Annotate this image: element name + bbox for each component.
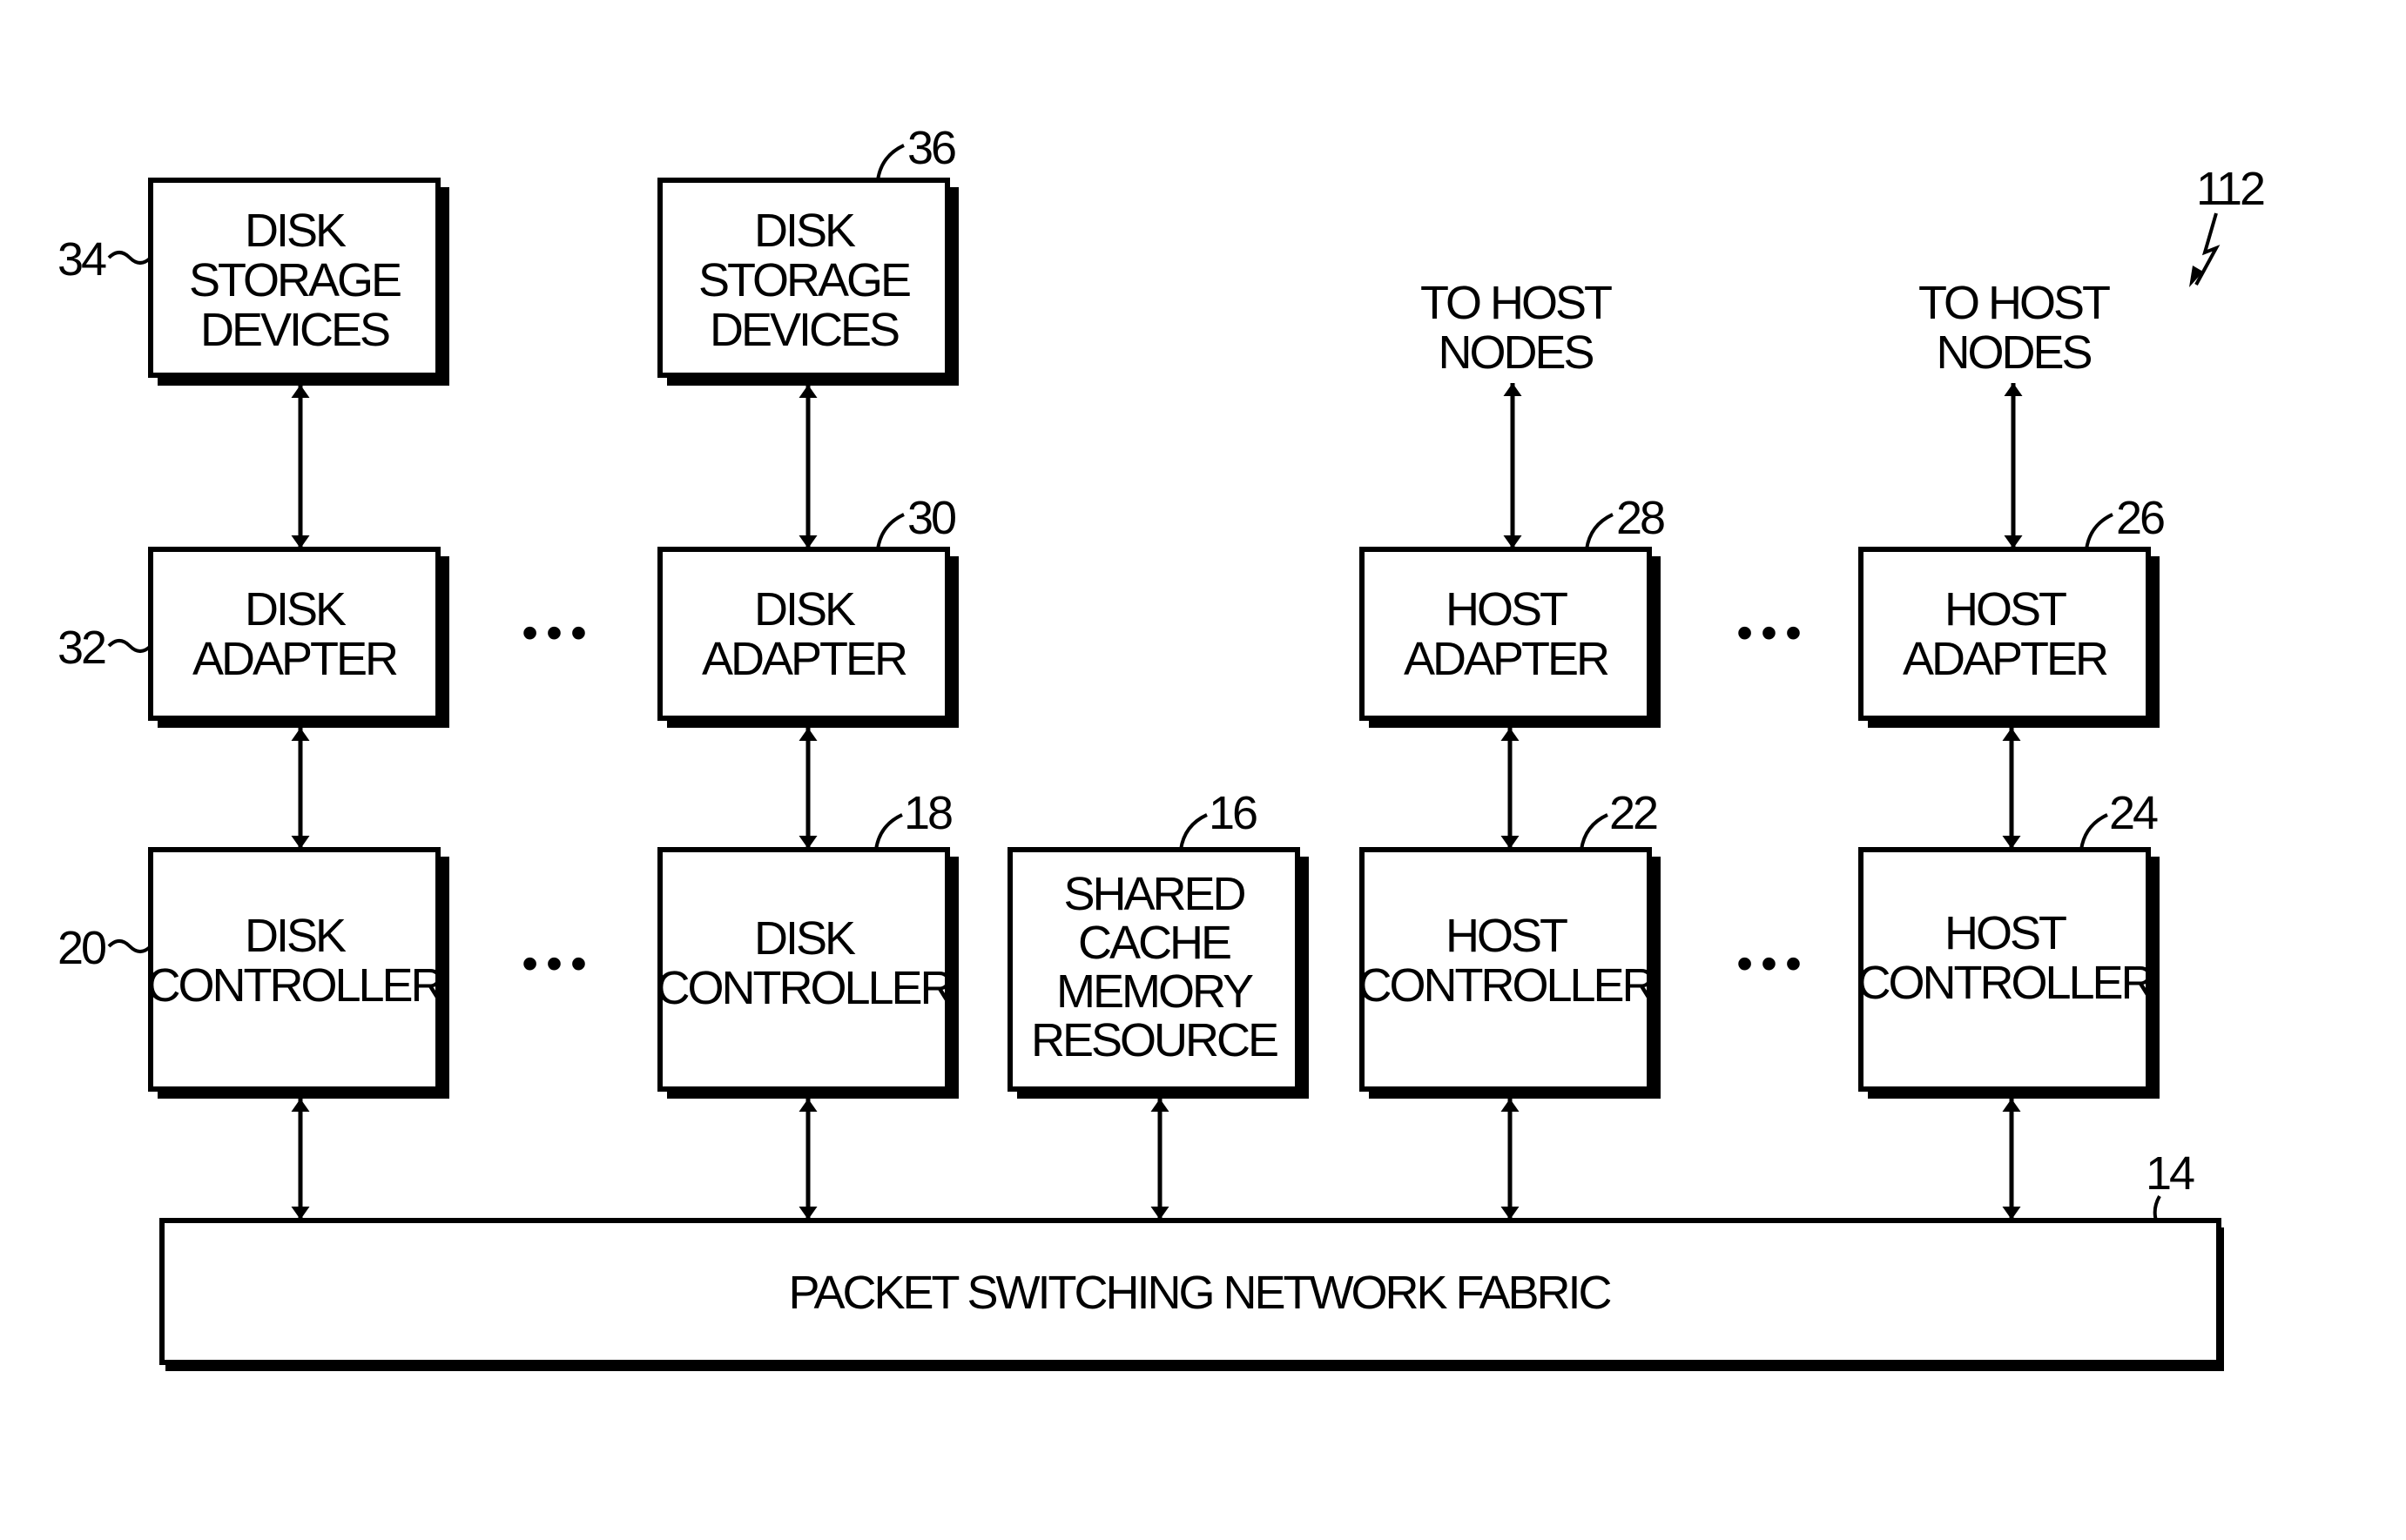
block-label-line: ADAPTER [192,633,397,685]
figure-ref: 112 [2196,163,2264,215]
to-host-nodes-label-2: NODES [1936,326,2091,379]
block-diagram: 112 DISK STORAGE DEVICES 34 DISK STORAGE… [57,122,2267,1371]
block-label-line: DISK [754,583,856,636]
host-controller-1: HOST CONTROLLER [1358,847,1661,1099]
block-label-line: HOST [1944,583,2066,636]
leader-line [107,639,152,653]
ref-label-24: 24 [2109,787,2158,839]
block-label-line: ADAPTER [702,633,906,685]
leader-line [1585,513,1614,550]
block-label-line: DISK [245,583,347,636]
ref-label-20: 20 [57,922,105,974]
to-host-nodes-label-1: NODES [1438,326,1593,379]
block-label-line: RESOURCE [1031,1014,1277,1066]
disk-controller-2: DISK CONTROLLER [656,847,959,1099]
block-label-line: CONTROLLER [1358,959,1654,1012]
leader-line [1179,813,1208,851]
block-label-line: SHARED [1063,868,1244,920]
ref-label-32: 32 [57,622,105,674]
block-label-line: DISK [754,912,856,965]
block-label-line: HOST [1944,907,2066,959]
block-label-line: CACHE [1078,917,1230,969]
ref-label-34: 34 [57,233,106,286]
leader-line [876,144,905,181]
ellipsis-disk-adapters: • • • [522,607,585,659]
block-label-line: DEVICES [200,304,389,356]
block-label-line: CONTROLLER [146,959,442,1012]
ref-label-26: 26 [2116,492,2164,544]
leader-line [2153,1195,2161,1221]
block-label-line: HOST [1446,910,1567,962]
leader-line [876,513,905,550]
ref-label-36: 36 [907,122,955,174]
leader-line [874,813,903,851]
leader-line [107,939,152,953]
host-controller-2: HOST CONTROLLER [1857,847,2160,1099]
ref-label-22: 22 [1609,787,1657,839]
ellipsis-host-adapters: • • • [1736,607,1800,659]
ref-label-30: 30 [907,492,955,544]
block-label-line: HOST [1446,583,1567,636]
ref-label-16: 16 [1209,787,1257,839]
fabric-label: PACKET SWITCHING NETWORK FABRIC [788,1267,1610,1319]
block-label-line: STORAGE [189,254,401,306]
host-adapter-1: HOST ADAPTER [1359,547,1661,728]
to-host-nodes-label-2: TO HOST [1918,277,2110,329]
leader-line [2085,513,2113,550]
shared-cache-memory-resource: SHARED CACHE MEMORY RESOURCE [1008,847,1309,1099]
to-host-nodes-label-1: TO HOST [1420,277,1612,329]
disk-controller-1: DISK CONTROLLER [146,847,449,1099]
block-label-line: DISK [754,205,856,257]
block-label-line: CONTROLLER [656,962,952,1014]
ellipsis-host-controllers: • • • [1736,938,1800,990]
block-label-line: ADAPTER [1404,633,1608,685]
block-label-line: STORAGE [698,254,910,306]
block-label-line: MEMORY [1056,965,1253,1018]
leader-line [107,251,152,265]
ref-label-28: 28 [1616,492,1664,544]
block-label-line: DISK [245,910,347,962]
block-label-line: DEVICES [710,304,899,356]
block-label-line: DISK [245,205,347,257]
ref-label-18: 18 [904,787,952,839]
block-label-line: ADAPTER [1903,633,2107,685]
packet-switching-network-fabric: PACKET SWITCHING NETWORK FABRIC [159,1218,2224,1371]
disk-adapter-2: DISK ADAPTER [657,547,959,728]
ellipsis-disk-controllers: • • • [522,938,585,990]
block-label-line: CONTROLLER [1857,957,2153,1009]
disk-storage-devices-1: DISK STORAGE DEVICES [148,178,449,386]
leader-line [1580,813,1608,851]
disk-storage-devices-2: DISK STORAGE DEVICES [657,178,959,386]
ref-label-14: 14 [2146,1147,2194,1200]
leader-line [2079,813,2108,851]
disk-adapter-1: DISK ADAPTER [148,547,449,728]
host-adapter-2: HOST ADAPTER [1858,547,2160,728]
